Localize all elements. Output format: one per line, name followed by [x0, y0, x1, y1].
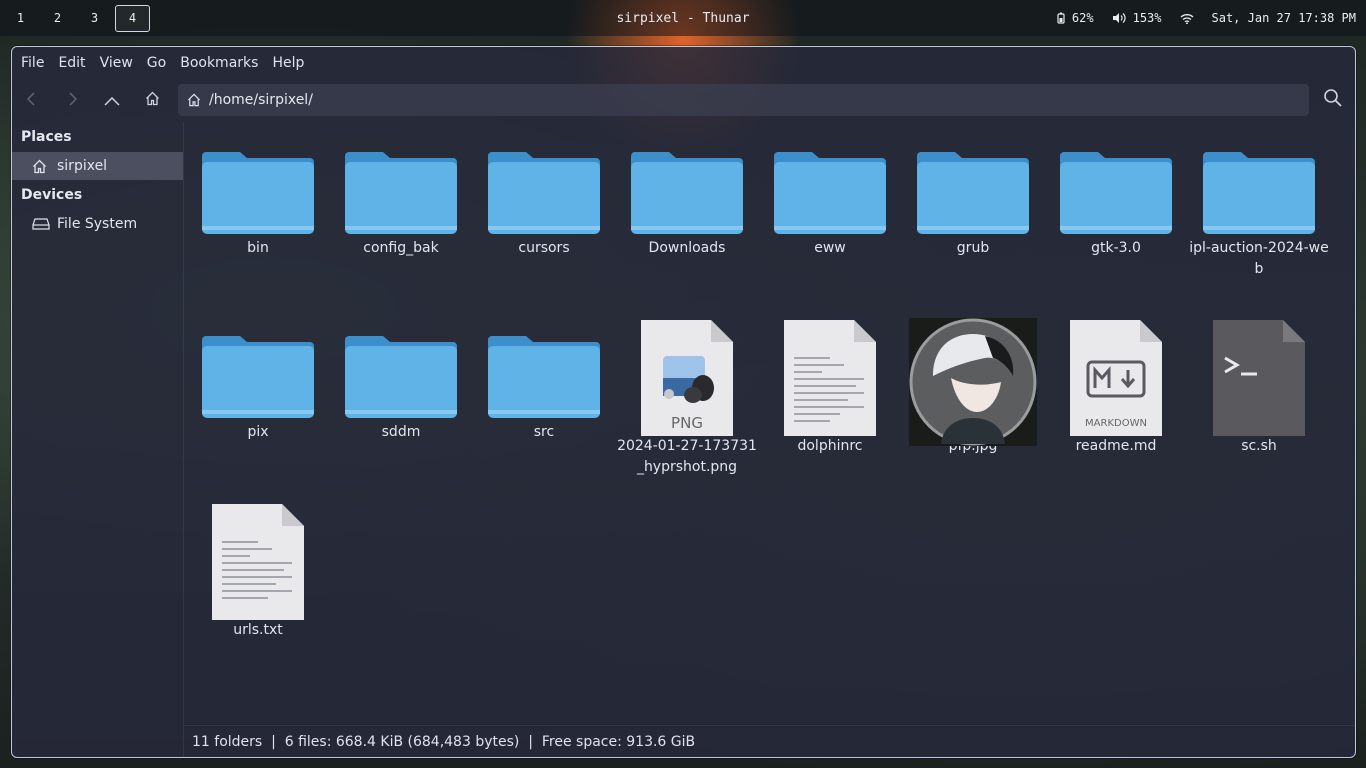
clock[interactable]: Sat, Jan 27 17:38 PM — [1212, 11, 1357, 25]
menu-file[interactable]: File — [21, 55, 52, 71]
home-icon — [187, 93, 201, 107]
sidebar-item-label: sirpixel — [57, 158, 108, 174]
file-item[interactable]: grub — [903, 142, 1043, 259]
folder-icon — [202, 152, 314, 234]
battery-level: 62% — [1071, 11, 1094, 25]
folder-icon — [1060, 152, 1172, 234]
folder-icon — [345, 152, 457, 234]
file-type-badge: MARKDOWN — [1085, 418, 1147, 429]
text-file-icon — [212, 504, 304, 620]
workspace-3[interactable]: 3 — [78, 6, 111, 31]
status-area: 62% 153% Sat, Jan 27 17:38 PM — [1057, 0, 1356, 36]
file-view: bin config_bak cursors Downloads eww gru… — [184, 122, 1355, 726]
volume-level: 153% — [1132, 11, 1162, 25]
parent-folder-button[interactable] — [92, 84, 132, 116]
drive-icon — [32, 215, 50, 233]
folder-icon — [488, 336, 600, 418]
file-type-badge: PNG — [671, 414, 703, 432]
status-text: 11 folders | 6 files: 668.4 KiB (684,483… — [192, 733, 696, 750]
wifi-icon — [1180, 13, 1194, 24]
chevron-up-icon — [104, 91, 120, 110]
forward-button[interactable] — [52, 84, 92, 116]
folder-icon — [774, 152, 886, 234]
sidebar-item-home[interactable]: sirpixel — [12, 152, 183, 180]
back-button[interactable] — [12, 84, 52, 116]
wifi-indicator[interactable] — [1180, 13, 1194, 24]
folder-icon — [202, 336, 314, 418]
menu-bookmarks[interactable]: Bookmarks — [180, 55, 266, 71]
sidebar-item-label: File System — [57, 216, 138, 232]
devices-heading: Devices — [21, 187, 83, 203]
image-thumbnail — [909, 318, 1037, 446]
status-bar: 11 folders | 6 files: 668.4 KiB (684,483… — [184, 725, 1355, 757]
menu-go[interactable]: Go — [147, 55, 174, 71]
speaker-icon — [1112, 12, 1126, 24]
chevron-left-icon — [26, 91, 38, 110]
menu-help[interactable]: Help — [272, 55, 312, 71]
home-button[interactable] — [132, 84, 172, 116]
file-item[interactable]: config_bak — [331, 142, 471, 259]
workspace-switcher: 1 2 3 4 — [4, 4, 154, 32]
file-item[interactable]: ipl-auction-2024-web — [1189, 142, 1329, 280]
folder-icon — [1203, 152, 1315, 234]
search-button[interactable] — [1311, 84, 1355, 116]
sidebar: Places sirpixel Devices File System — [12, 122, 184, 757]
file-manager-window: File Edit View Go Bookmarks Help /home/s… — [11, 46, 1356, 758]
file-item[interactable]: Downloads — [617, 142, 757, 259]
home-icon — [145, 91, 160, 110]
file-item[interactable]: sddm — [331, 326, 471, 443]
folder-icon — [488, 152, 600, 234]
file-item[interactable]: PNG 2024-01-27-173731_hyprshot.png — [617, 316, 757, 478]
sidebar-item-filesystem[interactable]: File System — [12, 210, 183, 238]
file-item[interactable]: gtk-3.0 — [1046, 142, 1186, 259]
file-item[interactable]: bin — [188, 142, 328, 259]
menu-bar: File Edit View Go Bookmarks Help — [12, 47, 1355, 79]
file-item[interactable]: sc.sh — [1189, 316, 1329, 457]
menu-view[interactable]: View — [100, 55, 141, 71]
file-item[interactable]: MARKDOWN readme.md — [1046, 316, 1186, 457]
folder-icon — [917, 152, 1029, 234]
toolbar: /home/sirpixel/ — [12, 79, 1355, 121]
battery-icon — [1057, 12, 1065, 24]
location-bar[interactable]: /home/sirpixel/ — [178, 84, 1309, 116]
top-bar: 1 2 3 4 sirpixel - Thunar 62% 153% Sat, … — [0, 0, 1366, 36]
workspace-4[interactable]: 4 — [115, 4, 150, 32]
menu-edit[interactable]: Edit — [58, 55, 93, 71]
text-file-icon — [784, 320, 876, 436]
places-heading: Places — [21, 129, 72, 145]
file-item[interactable]: src — [474, 326, 614, 443]
folder-icon — [345, 336, 457, 418]
location-path: /home/sirpixel/ — [209, 92, 313, 108]
file-item[interactable]: cursors — [474, 142, 614, 259]
file-item[interactable]: pix — [188, 326, 328, 443]
volume-indicator[interactable]: 153% — [1112, 11, 1162, 25]
battery-indicator[interactable]: 62% — [1057, 11, 1094, 25]
home-icon — [32, 157, 50, 175]
terminal-icon — [1213, 320, 1305, 436]
search-icon — [1323, 88, 1343, 112]
chevron-right-icon — [66, 91, 78, 110]
folder-icon — [631, 152, 743, 234]
file-item[interactable]: urls.txt — [188, 500, 328, 641]
file-item[interactable]: dolphinrc — [760, 316, 900, 457]
workspace-1[interactable]: 1 — [4, 6, 37, 31]
file-item[interactable]: eww — [760, 142, 900, 259]
workspace-2[interactable]: 2 — [41, 6, 74, 31]
file-item[interactable]: pfp.jpg — [903, 316, 1043, 457]
